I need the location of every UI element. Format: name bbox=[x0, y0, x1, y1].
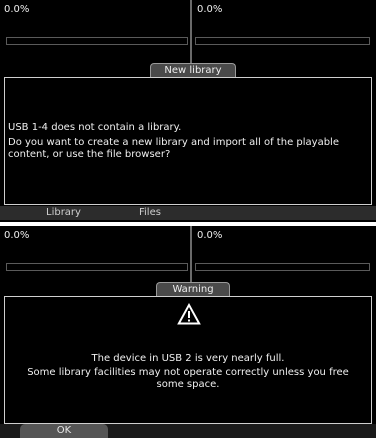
softkey-bar: OK bbox=[0, 424, 376, 438]
deck-right-percent: 0.0% bbox=[197, 230, 223, 241]
message-line-3: content, or use the file browser? bbox=[8, 149, 171, 160]
warning-dialog: The device in USB 2 is very nearly full.… bbox=[4, 296, 372, 424]
softkey-bar: Library Files bbox=[0, 206, 376, 220]
files-button[interactable]: Files bbox=[139, 206, 161, 220]
dialog-title-tab: New library bbox=[150, 63, 236, 78]
deck-right: 0.0% bbox=[193, 0, 376, 72]
warning-screen: 0.0% 0.0% Warning The device in USB 2 is… bbox=[0, 226, 376, 438]
message-line-1: The device in USB 2 is very nearly full. bbox=[91, 353, 285, 364]
deck-right-waveform bbox=[195, 37, 370, 45]
deck-left-waveform bbox=[6, 263, 188, 271]
new-library-dialog: USB 1-4 does not contain a library. Do y… bbox=[4, 77, 372, 205]
deck-left: 0.0% bbox=[0, 0, 190, 72]
message-line-2: Do you want to create a new library and … bbox=[8, 137, 339, 148]
library-button[interactable]: Library bbox=[46, 206, 81, 220]
deck-right-percent: 0.0% bbox=[197, 4, 223, 15]
deck-divider bbox=[190, 0, 192, 72]
ok-button[interactable]: OK bbox=[20, 424, 108, 438]
message-line-2: Some library facilities may not operate … bbox=[27, 367, 349, 378]
message-line-1: USB 1-4 does not contain a library. bbox=[8, 122, 182, 133]
deck-right-waveform bbox=[195, 263, 370, 271]
deck-left-percent: 0.0% bbox=[4, 230, 30, 241]
warning-triangle-icon bbox=[177, 303, 201, 325]
message-line-3: some space. bbox=[156, 379, 220, 390]
dialog-title-tab: Warning bbox=[156, 282, 230, 297]
deck-left-percent: 0.0% bbox=[4, 4, 30, 15]
new-library-screen: 0.0% 0.0% New library USB 1-4 does not c… bbox=[0, 0, 376, 222]
deck-left-waveform bbox=[6, 37, 188, 45]
